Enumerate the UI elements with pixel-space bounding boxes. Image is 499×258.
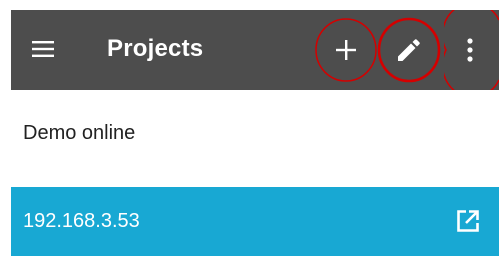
list-item-192-168-3-53[interactable]: 192.168.3.53 xyxy=(11,187,499,256)
list-item-demo-online[interactable]: Demo online xyxy=(11,99,499,168)
list-item-label: 192.168.3.53 xyxy=(23,210,140,232)
app-bar: Projects xyxy=(11,10,499,90)
list-item-label: Demo online xyxy=(23,122,136,144)
pencil-icon xyxy=(398,39,420,61)
page-title: Projects xyxy=(107,35,204,62)
vertical-dots-icon xyxy=(467,38,473,62)
screen: Projects Demo online 192.168.3.53 xyxy=(0,0,499,258)
open-in-new-icon[interactable] xyxy=(456,209,480,233)
edit-project-button[interactable] xyxy=(377,10,441,90)
hamburger-menu-icon[interactable] xyxy=(31,37,55,61)
more-options-button[interactable] xyxy=(444,10,499,90)
add-project-button[interactable] xyxy=(314,10,378,90)
plus-icon xyxy=(336,40,356,60)
